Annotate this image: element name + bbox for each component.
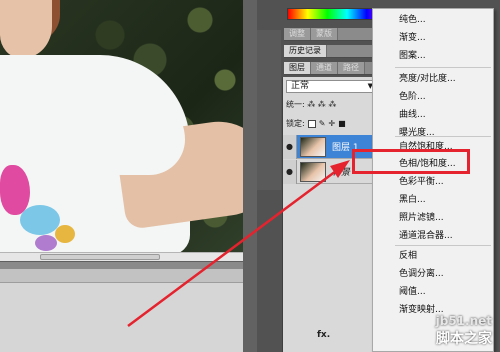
arrow-head bbox=[330, 160, 350, 178]
watermark-name: 脚本之家 bbox=[436, 331, 492, 347]
watermark: jb51.net 脚本之家 bbox=[436, 314, 492, 348]
arrow-line bbox=[127, 166, 341, 328]
watermark-url: jb51.net bbox=[435, 314, 492, 328]
annotation-arrow bbox=[127, 160, 350, 328]
